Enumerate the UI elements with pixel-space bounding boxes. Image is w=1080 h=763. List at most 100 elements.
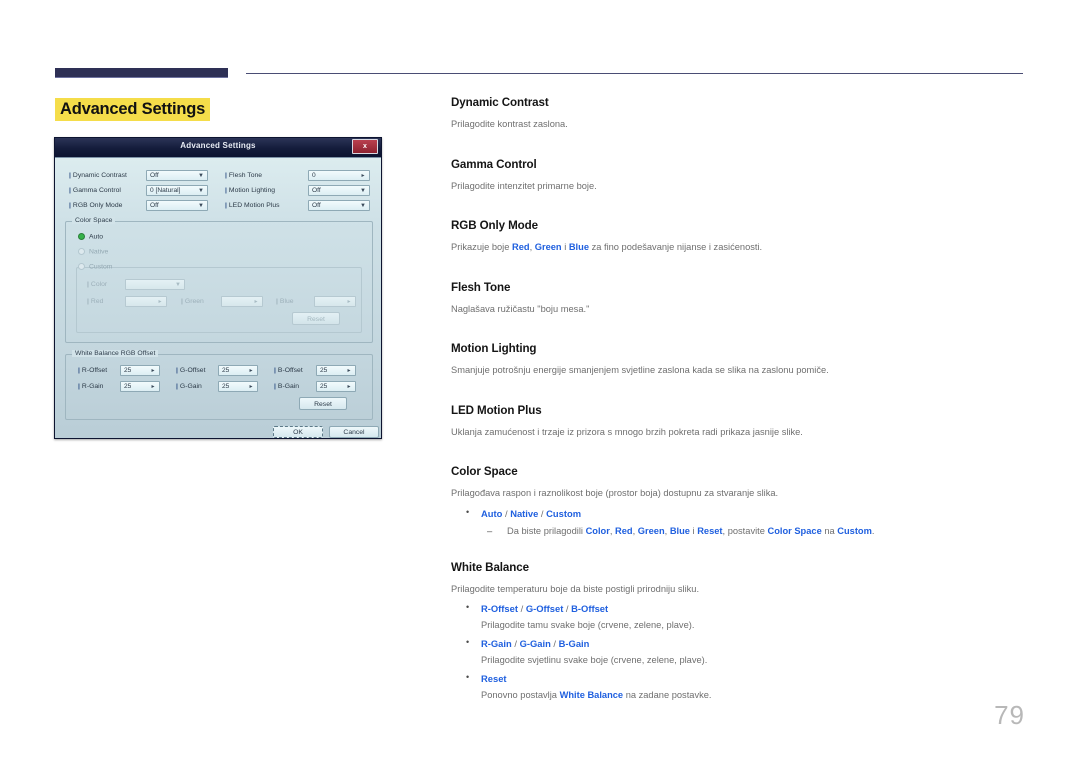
- stepper-b-offset[interactable]: 25 ▸: [316, 365, 356, 376]
- option-native: Native: [510, 507, 539, 519]
- chevron-down-icon: ▼: [360, 203, 366, 209]
- chevron-down-icon: ▼: [175, 282, 181, 288]
- stepper-b-gain[interactable]: 25 ▸: [316, 381, 356, 392]
- group-title: White Balance RGB Offset: [72, 350, 159, 357]
- note-text: Da biste prilagodili: [507, 526, 586, 537]
- dropdown-motion-lighting[interactable]: Off ▼: [308, 185, 370, 196]
- section-led-motion-plus: LED Motion Plus Uklanja zamućenost i trz…: [451, 404, 1026, 439]
- field-color: Color ▼: [87, 279, 217, 292]
- advanced-settings-dialog-screenshot: Advanced Settings x Dynamic Contrast Off…: [54, 137, 382, 439]
- stepper-r-offset[interactable]: 25 ▸: [120, 365, 160, 376]
- option-b-gain: B-Gain: [558, 637, 590, 649]
- stepper-red[interactable]: ▸: [125, 296, 167, 307]
- section-title: RGB Only Mode: [451, 219, 538, 233]
- term-green: Green: [534, 242, 562, 253]
- dropdown-led-motion-plus[interactable]: Off ▼: [308, 200, 370, 211]
- field-green: Green ▸: [181, 296, 277, 309]
- option-reset: Reset: [481, 672, 507, 684]
- chevron-down-icon: ▼: [198, 203, 204, 209]
- dropdown-value: Off: [150, 172, 159, 179]
- section-description: Prilagodite temperaturu boje da biste po…: [451, 583, 700, 594]
- field-motion-lighting: Motion Lighting Off ▼: [225, 185, 370, 198]
- term-color: Color: [585, 526, 610, 537]
- radio-label: Custom: [89, 263, 113, 271]
- reset-button-custom[interactable]: Reset: [292, 312, 340, 325]
- dropdown-rgb-only-mode[interactable]: Off ▼: [146, 200, 208, 211]
- section-white-balance: White Balance Prilagodite temperaturu bo…: [451, 561, 1026, 702]
- separator: /: [511, 637, 520, 649]
- dropdown-value: Off: [312, 187, 321, 194]
- field-label: Gamma Control: [69, 187, 121, 194]
- field-dynamic-contrast: Dynamic Contrast Off ▼: [69, 170, 209, 183]
- radio-custom[interactable]: Custom: [78, 263, 112, 270]
- field-label: Color: [87, 281, 107, 288]
- close-icon[interactable]: x: [352, 139, 378, 154]
- term-white-balance: White Balance: [559, 689, 624, 700]
- option-line: R-Offset / G-Offset / B-Offset: [481, 603, 1026, 615]
- option-line: R-Gain / G-Gain / B-Gain: [481, 638, 1026, 650]
- field-r-gain: R-Gain 25 ▸: [78, 381, 174, 394]
- color-space-options-list: Auto / Native / Custom Da biste prilagod…: [451, 507, 1026, 538]
- option-r-gain: R-Gain: [481, 637, 512, 649]
- stepper-r-gain[interactable]: 25 ▸: [120, 381, 160, 392]
- radio-label: Native: [89, 248, 109, 256]
- stepper-green[interactable]: ▸: [221, 296, 263, 307]
- cancel-button[interactable]: Cancel: [329, 426, 379, 438]
- chevron-right-icon: ▸: [347, 368, 351, 374]
- field-label: Motion Lighting: [225, 187, 275, 194]
- stepper-flesh-tone[interactable]: 0 ▸: [308, 170, 370, 181]
- dropdown-value: 0 [Natural]: [150, 187, 181, 194]
- field-label: B-Offset: [274, 367, 303, 374]
- option-g-gain: G-Gain: [519, 637, 551, 649]
- term-reset: Reset: [697, 526, 723, 537]
- chevron-right-icon: ▸: [151, 384, 155, 390]
- content-column: Dynamic Contrast Prilagodite kontrast za…: [451, 96, 1026, 701]
- dropdown-dynamic-contrast[interactable]: Off ▼: [146, 170, 208, 181]
- term-red: Red: [511, 242, 530, 253]
- option-r-offset: R-Offset: [481, 603, 518, 615]
- dropdown-color[interactable]: ▼: [125, 279, 185, 290]
- desc-text: i: [561, 242, 569, 253]
- chevron-right-icon: ▸: [347, 299, 351, 305]
- stepper-blue[interactable]: ▸: [314, 296, 356, 307]
- term-red: Red: [615, 526, 633, 537]
- section-description: Prikazuje boje Red, Green i Blue za fino…: [451, 241, 1026, 254]
- ok-button[interactable]: OK: [273, 426, 323, 438]
- chevron-right-icon: ▸: [254, 299, 258, 305]
- list-item: Auto / Native / Custom Da biste prilagod…: [451, 507, 1026, 538]
- dropdown-value: Off: [312, 202, 321, 209]
- field-label: Red: [87, 298, 103, 305]
- note-text: , postavite: [722, 526, 768, 537]
- chevron-right-icon: ▸: [347, 384, 351, 390]
- stepper-g-offset[interactable]: 25 ▸: [218, 365, 258, 376]
- chevron-right-icon: ▸: [249, 384, 253, 390]
- section-title: Motion Lighting: [451, 342, 537, 356]
- term-custom: Custom: [837, 526, 872, 537]
- option-line: Auto / Native / Custom: [481, 508, 1026, 520]
- note-line: Da biste prilagodili Color, Red, Green, …: [507, 525, 1026, 538]
- term-blue: Blue: [568, 242, 589, 253]
- section-description: Prilagodite kontrast zaslona.: [451, 119, 568, 129]
- section-flesh-tone: Flesh Tone Naglašava ružičastu "boju mes…: [451, 281, 1026, 316]
- radio-native[interactable]: Native: [78, 248, 108, 255]
- field-r-offset: R-Offset 25 ▸: [78, 365, 174, 378]
- reset-button-white-balance[interactable]: Reset: [299, 397, 347, 410]
- option-auto: Auto: [481, 507, 503, 519]
- option-custom: Custom: [546, 507, 582, 519]
- dropdown-gamma-control[interactable]: 0 [Natural] ▼: [146, 185, 208, 196]
- field-label: G-Gain: [176, 383, 202, 390]
- page-number: 79: [994, 700, 1025, 730]
- option-description: Prilagodite tamu svake boje (crvene, zel…: [481, 620, 695, 631]
- stepper-g-gain[interactable]: 25 ▸: [218, 381, 258, 392]
- section-gamma-control: Gamma Control Prilagodite intenzitet pri…: [451, 158, 1026, 193]
- section-color-space: Color Space Prilagođava raspon i raznoli…: [451, 465, 1026, 537]
- field-label: R-Gain: [78, 383, 104, 390]
- stepper-value: 25: [222, 383, 230, 390]
- chevron-down-icon: ▼: [198, 173, 204, 179]
- radio-auto[interactable]: Auto: [78, 233, 103, 240]
